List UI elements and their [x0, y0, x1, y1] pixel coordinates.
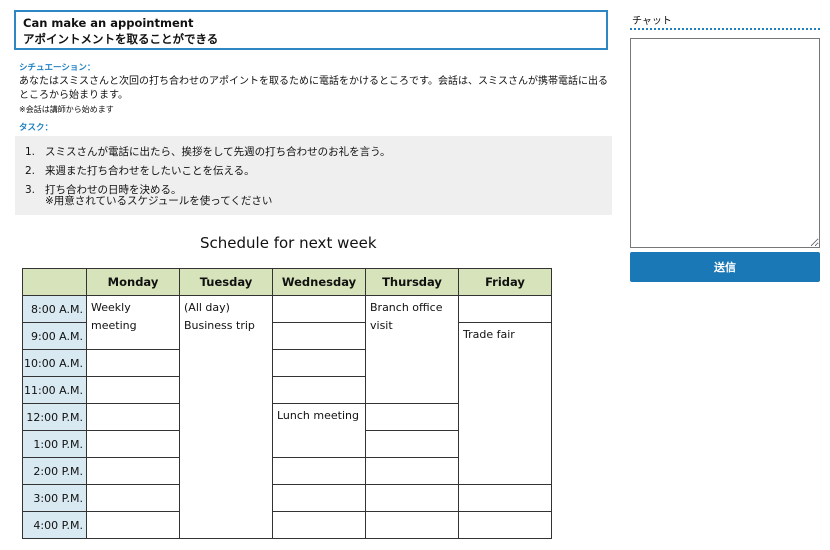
schedule-cell [365, 403, 459, 431]
schedule-row: 4:00 P.M. [22, 511, 552, 539]
time-label: 10:00 A.M. [22, 349, 87, 377]
schedule-cell [458, 295, 552, 323]
event-monday-weekly-meeting: Weekly meeting [86, 295, 180, 350]
chat-input[interactable] [630, 38, 820, 248]
lesson-title-box: Can make an appointment アポイントメントを取ることができ… [14, 10, 608, 50]
time-label: 3:00 P.M. [22, 484, 87, 512]
task-sub-note: ※用意されているスケジュールを使ってください [45, 195, 273, 207]
lesson-title-ja: アポイントメントを取ることができる [23, 31, 219, 46]
schedule-cell [86, 511, 180, 539]
day-header-thursday: Thursday [365, 268, 459, 296]
schedule-cell [365, 430, 459, 458]
event-wednesday-lunch-meeting: Lunch meeting [272, 403, 366, 458]
task-box: 1. スミスさんが電話に出たら、挨拶をして先週の打ち合わせのお礼を言う。 2. 来週… [15, 136, 612, 215]
time-label: 8:00 A.M. [22, 295, 87, 323]
send-button[interactable]: 送信 [630, 252, 820, 282]
schedule-cell [365, 457, 459, 485]
event-allday-text: (All day) [184, 301, 230, 314]
chat-label: チャット [632, 16, 672, 27]
schedule-cell [86, 403, 180, 431]
schedule-cell [365, 511, 459, 539]
chat-divider [630, 28, 820, 30]
schedule-cell [458, 511, 552, 539]
time-label: 12:00 P.M. [22, 403, 87, 431]
schedule-cell [86, 457, 180, 485]
schedule-table: Monday Tuesday Wednesday Thursday Friday… [22, 268, 552, 539]
schedule-cell [272, 457, 366, 485]
schedule-cell [272, 511, 366, 539]
day-header-tuesday: Tuesday [179, 268, 273, 296]
time-label: 2:00 P.M. [22, 457, 87, 485]
task-number: 2. [25, 165, 36, 177]
task-number: 3. [25, 184, 36, 196]
event-friday-trade-fair: Trade fair [458, 322, 552, 485]
schedule-cell [272, 349, 366, 377]
schedule-cell [365, 484, 459, 512]
task-item: 1. スミスさんが電話に出たら、挨拶をして先週の打ち合わせのお礼を言う。 [25, 143, 612, 162]
schedule-cell [86, 430, 180, 458]
schedule-cell [458, 484, 552, 512]
day-header-wednesday: Wednesday [272, 268, 366, 296]
time-label: 9:00 A.M. [22, 322, 87, 350]
situation-label: シチュエーション： [19, 63, 96, 73]
schedule-cell [272, 484, 366, 512]
situation-text: あなたはスミスさんと次回の打ち合わせのアポイントを取るために電話をかけるところで… [19, 76, 608, 101]
schedule-cell [86, 376, 180, 404]
schedule-row: 3:00 P.M. [22, 484, 552, 512]
schedule-header-row: Monday Tuesday Wednesday Thursday Friday [22, 268, 552, 296]
schedule-title: Schedule for next week [200, 234, 377, 252]
schedule-cell [272, 376, 366, 404]
schedule-cell [86, 349, 180, 377]
task-number: 1. [25, 146, 36, 158]
schedule-cell [86, 484, 180, 512]
schedule-row: 8:00 A.M. Weekly meeting (All day) Busine… [22, 295, 552, 539]
day-header-monday: Monday [86, 268, 180, 296]
event-tuesday-business-trip: (All day) Business trip [179, 295, 273, 539]
lesson-title-en: Can make an appointment [23, 16, 194, 30]
task-text: スミスさんが電話に出たら、挨拶をして先週の打ち合わせのお礼を言う。 [45, 146, 391, 158]
schedule-cell [272, 295, 366, 323]
time-label: 1:00 P.M. [22, 430, 87, 458]
event-thursday-branch-visit: Branch office visit [365, 295, 459, 404]
time-label: 11:00 A.M. [22, 376, 87, 404]
time-label: 4:00 P.M. [22, 511, 87, 539]
schedule-corner [22, 268, 87, 296]
schedule-cell [272, 322, 366, 350]
event-trip-text: Business trip [184, 319, 255, 332]
task-item: 2. 来週また打ち合わせをしたいことを伝える。 [25, 162, 612, 181]
task-label: タスク： [19, 123, 54, 133]
situation-note: ※会話は講師から始めます [19, 105, 114, 114]
task-text: 来週また打ち合わせをしたいことを伝える。 [45, 165, 255, 177]
day-header-friday: Friday [458, 268, 552, 296]
